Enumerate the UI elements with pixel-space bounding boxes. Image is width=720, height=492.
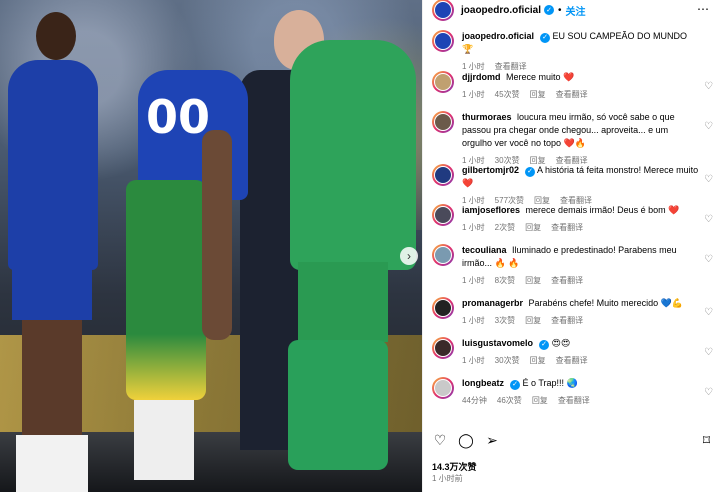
verified-icon: ✓ bbox=[540, 32, 551, 43]
avatar[interactable] bbox=[432, 111, 454, 133]
comment-item: promanagerbr Parabéns chefe! Muito merec… bbox=[423, 297, 720, 330]
reply-button[interactable]: 回复 bbox=[530, 89, 546, 100]
comment-username[interactable]: djjrdomd bbox=[462, 72, 501, 82]
share-icon[interactable]: ➢ bbox=[484, 433, 500, 447]
post-view: 00 › joaopedro.oficial ✓ • 关注 ⋯ joaopedr… bbox=[0, 0, 720, 492]
post-header: joaopedro.oficial ✓ • 关注 ⋯ bbox=[423, 0, 720, 21]
likes-count[interactable]: 14.3万次赞 bbox=[432, 460, 477, 473]
comment-likes[interactable]: 30次赞 bbox=[495, 355, 520, 366]
comment-text: 😍😍 bbox=[551, 338, 571, 348]
comment-item: tecouliana Iluminado e predestinado! Par… bbox=[423, 244, 720, 290]
comment-item: iamjoseflores merece demais irmão! Deus … bbox=[423, 204, 720, 237]
verified-icon: ✓ bbox=[510, 379, 520, 390]
avatar[interactable] bbox=[432, 71, 454, 93]
comment-item: luisgustavomelo ✓ 😍😍 1 小时 30次赞 回复 查看翻译 ♡ bbox=[423, 337, 720, 370]
verified-icon: ✓ bbox=[525, 166, 536, 177]
comment-username[interactable]: longbeatz bbox=[462, 378, 504, 388]
comment-like-icon[interactable]: ♡ bbox=[704, 347, 713, 358]
comment-item: djjrdomd Merece muito ❤️ 1 小时 45次赞 回复 查看… bbox=[423, 71, 720, 104]
goalkeeper bbox=[280, 40, 422, 492]
verified-icon: ✓ bbox=[544, 5, 555, 15]
comment-time: 44分钟 bbox=[462, 396, 487, 405]
comment-item: thurmoraes loucura meu irmão, só você sa… bbox=[423, 111, 720, 165]
avatar[interactable] bbox=[432, 337, 454, 359]
jersey-number: 00 bbox=[146, 90, 211, 144]
post-time: 1 小时前 bbox=[432, 474, 463, 483]
comment-text: Merece muito ❤️ bbox=[506, 72, 575, 82]
avatar[interactable] bbox=[432, 0, 454, 21]
comment-username[interactable]: iamjoseflores bbox=[462, 205, 520, 215]
translate-link[interactable]: 查看翻译 bbox=[556, 355, 588, 366]
header-username[interactable]: joaopedro.oficial bbox=[461, 5, 541, 16]
comment-like-icon[interactable]: ♡ bbox=[704, 387, 713, 398]
reply-button[interactable]: 回复 bbox=[525, 315, 541, 326]
comment-likes[interactable]: 46次赞 bbox=[497, 395, 522, 406]
comment-like-icon[interactable]: ♡ bbox=[704, 121, 713, 132]
comment-item: longbeatz ✓ É o Trap!!! 🌏 44分钟 46次赞 回复 查看… bbox=[423, 377, 720, 410]
comment-list[interactable]: joaopedro.oficial ✓ EU SOU CAMPEÃO DO MUN… bbox=[423, 30, 720, 422]
reply-button[interactable]: 回复 bbox=[525, 222, 541, 233]
comment-icon[interactable]: ◯ bbox=[458, 433, 474, 447]
translate-link[interactable]: 查看翻译 bbox=[558, 395, 590, 406]
caption: joaopedro.oficial ✓ EU SOU CAMPEÃO DO MUN… bbox=[423, 30, 720, 71]
avatar[interactable] bbox=[432, 30, 454, 52]
comment-time: 1 小时 bbox=[462, 90, 485, 99]
comment-username[interactable]: thurmoraes bbox=[462, 112, 512, 122]
comment-time: 1 小时 bbox=[462, 356, 485, 365]
comment-likes[interactable]: 2次赞 bbox=[495, 222, 515, 233]
follow-button[interactable]: 关注 bbox=[566, 3, 586, 18]
comment-username[interactable]: promanagerbr bbox=[462, 298, 523, 308]
comment-likes[interactable]: 8次赞 bbox=[495, 275, 515, 286]
comment-time: 1 小时 bbox=[462, 316, 485, 325]
reply-button[interactable]: 回复 bbox=[532, 395, 548, 406]
avatar[interactable] bbox=[432, 204, 454, 226]
comment-like-icon[interactable]: ♡ bbox=[704, 254, 713, 265]
comment-likes[interactable]: 3次赞 bbox=[495, 315, 515, 326]
comment-like-icon[interactable]: ♡ bbox=[704, 214, 713, 225]
comment-time: 1 小时 bbox=[462, 276, 485, 285]
translate-link[interactable]: 查看翻译 bbox=[551, 315, 583, 326]
avatar[interactable] bbox=[432, 297, 454, 319]
more-options-icon[interactable]: ⋯ bbox=[697, 2, 710, 16]
bookmark-icon[interactable]: ⌑ bbox=[703, 432, 710, 449]
comment-text: É o Trap!!! 🌏 bbox=[522, 378, 578, 388]
player-left bbox=[2, 12, 102, 492]
comment-username[interactable]: gilbertomjr02 bbox=[462, 165, 519, 175]
comment-username[interactable]: luisgustavomelo bbox=[462, 338, 533, 348]
comment-username[interactable]: tecouliana bbox=[462, 245, 507, 255]
comment-like-icon[interactable]: ♡ bbox=[704, 81, 713, 92]
action-bar: ♡ ◯ ➢ bbox=[432, 433, 500, 447]
avatar[interactable] bbox=[432, 244, 454, 266]
heart-icon[interactable]: ♡ bbox=[432, 433, 448, 447]
reply-button[interactable]: 回复 bbox=[525, 275, 541, 286]
comment-like-icon[interactable]: ♡ bbox=[704, 307, 713, 318]
translate-link[interactable]: 查看翻译 bbox=[551, 222, 583, 233]
next-slide-icon[interactable]: › bbox=[400, 247, 418, 265]
avatar[interactable] bbox=[432, 164, 454, 186]
translate-link[interactable]: 查看翻译 bbox=[551, 275, 583, 286]
comment-time: 1 小时 bbox=[462, 223, 485, 232]
verified-icon: ✓ bbox=[539, 339, 550, 350]
comment-like-icon[interactable]: ♡ bbox=[704, 174, 713, 185]
comment-text: Parabéns chefe! Muito merecido 💙💪 bbox=[528, 298, 684, 308]
separator: • bbox=[558, 4, 562, 16]
brazil-flag bbox=[126, 180, 206, 400]
reply-button[interactable]: 回复 bbox=[530, 355, 546, 366]
caption-username[interactable]: joaopedro.oficial bbox=[462, 31, 534, 41]
player-receiving-medal: 00 bbox=[120, 60, 250, 492]
post-photo[interactable]: 00 › bbox=[0, 0, 422, 492]
comment-likes[interactable]: 45次赞 bbox=[495, 89, 520, 100]
translate-link[interactable]: 查看翻译 bbox=[556, 89, 588, 100]
comment-item: gilbertomjr02 ✓ A história tá feita monst… bbox=[423, 164, 720, 205]
avatar[interactable] bbox=[432, 377, 454, 399]
post-panel: joaopedro.oficial ✓ • 关注 ⋯ joaopedro.ofi… bbox=[422, 0, 720, 492]
comment-text: merece demais irmão! Deus é bom ❤️ bbox=[525, 205, 680, 215]
